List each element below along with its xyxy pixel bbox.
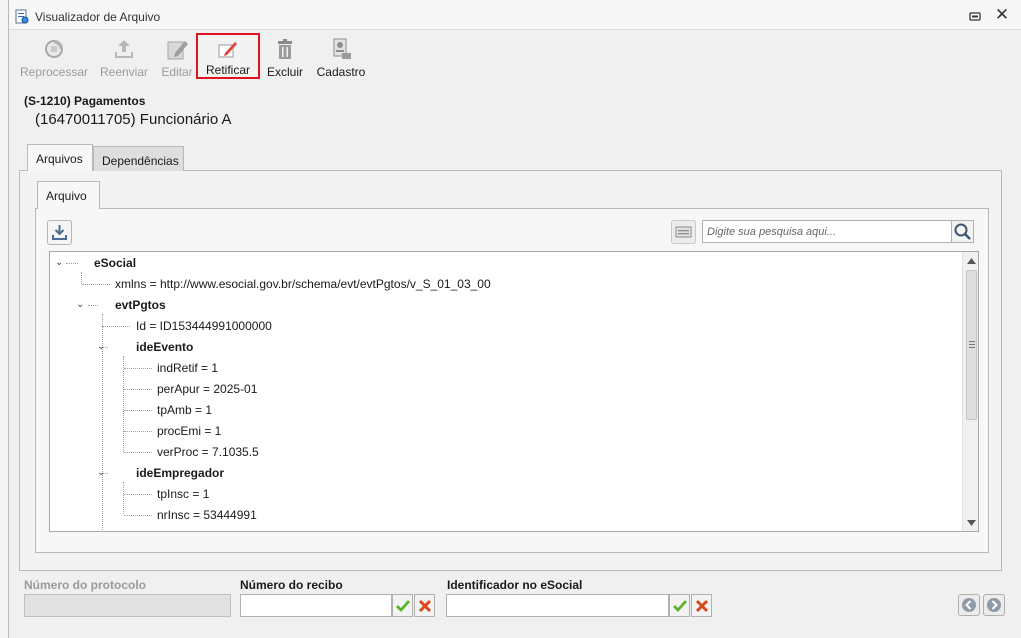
reprocessar-label: Reprocessar: [19, 65, 89, 79]
reprocessar-button[interactable]: Reprocessar: [17, 33, 91, 79]
confirm-identificador-button[interactable]: [669, 594, 690, 617]
arrow-right-icon: [987, 598, 1001, 612]
title-bar: Visualizador de Arquivo ✕: [9, 0, 1021, 30]
tree-node-evtpgtos[interactable]: evtPgtos: [115, 297, 166, 313]
excluir-label: Excluir: [266, 65, 303, 79]
tab-arquivos[interactable]: Arquivos: [27, 144, 93, 171]
excluir-button[interactable]: Excluir: [263, 33, 307, 79]
tree-scrollbar[interactable]: [962, 252, 979, 531]
reenviar-button[interactable]: Reenviar: [97, 33, 151, 79]
search-input[interactable]: [702, 220, 952, 243]
tab-arquivo[interactable]: Arquivo: [37, 181, 100, 209]
previous-button[interactable]: [958, 594, 980, 616]
upload-icon: [115, 40, 133, 58]
retificar-label: Retificar: [205, 63, 250, 77]
tree-node-tpinsc[interactable]: tpInsc = 1: [157, 486, 209, 502]
search-icon: [954, 223, 971, 240]
window-title: Visualizador de Arquivo: [35, 10, 161, 24]
employee-subtitle: (16470011705) Funcionário A: [35, 111, 232, 128]
background-app-strip: [0, 0, 8, 638]
check-icon: [672, 600, 687, 613]
retificar-button[interactable]: Retificar: [196, 33, 260, 79]
editar-label: Editar: [161, 65, 193, 79]
file-viewer-window: Visualizador de Arquivo ✕ Reprocessar Re…: [8, 0, 1021, 638]
tree-node-nrinsc[interactable]: nrInsc = 53444991: [157, 507, 257, 523]
event-title: (S-1210) Pagamentos: [24, 94, 146, 108]
download-icon: [52, 225, 67, 240]
identificador-label: Identificador no eSocial: [447, 578, 583, 592]
tree-toggle-icon: [675, 226, 692, 238]
collapse-ideempregador-icon[interactable]: ⌄: [97, 468, 107, 478]
collapse-esocial-icon[interactable]: ⌄: [55, 258, 65, 268]
close-icon[interactable]: ✕: [993, 6, 1011, 24]
scroll-thumb[interactable]: [966, 270, 977, 420]
tree-node-esocial[interactable]: eSocial: [94, 255, 136, 271]
scroll-down-icon[interactable]: [963, 516, 979, 530]
edit-icon: [167, 41, 188, 60]
check-icon: [395, 600, 410, 613]
editar-button[interactable]: Editar: [158, 33, 196, 79]
scroll-up-icon[interactable]: [963, 254, 979, 268]
cancel-recibo-button[interactable]: [414, 594, 435, 617]
recibo-field[interactable]: [240, 594, 392, 617]
document-viewer-icon: [15, 9, 29, 24]
trash-icon: [278, 39, 292, 59]
tree-node-indretif[interactable]: indRetif = 1: [157, 360, 218, 376]
cadastro-label: Cadastro: [316, 65, 366, 79]
next-button[interactable]: [983, 594, 1005, 616]
confirm-recibo-button[interactable]: [392, 594, 413, 617]
rectify-icon: [218, 42, 237, 58]
expand-collapse-button[interactable]: [671, 220, 696, 244]
tree-node-xmlns[interactable]: xmlns = http://www.esocial.gov.br/schema…: [115, 276, 491, 292]
tree-node-procemi[interactable]: procEmi = 1: [157, 423, 221, 439]
tree-node-ideempregador[interactable]: ideEmpregador: [136, 465, 224, 481]
protocolo-label: Número do protocolo: [24, 578, 146, 592]
collapse-evtpgtos-icon[interactable]: ⌄: [76, 300, 86, 310]
cross-icon: [695, 599, 708, 613]
grip-icon: [969, 341, 975, 348]
tree-node-id[interactable]: Id = ID153444991000000: [136, 318, 272, 334]
collapse-ideevento-icon[interactable]: ⌄: [97, 342, 107, 352]
xml-tree-view[interactable]: ⌄ ⌄ ⌄ ⌄ eSocial xmlns = http://www.esoci…: [49, 251, 979, 532]
identificador-field[interactable]: [446, 594, 669, 617]
arrow-left-icon: [962, 598, 976, 612]
tree-node-perapur[interactable]: perApur = 2025-01: [157, 381, 257, 397]
tree-node-ideevento[interactable]: ideEvento: [136, 339, 193, 355]
download-button[interactable]: [47, 220, 72, 245]
register-icon: [333, 38, 351, 59]
search-button[interactable]: [951, 220, 974, 243]
restore-icon[interactable]: [967, 8, 983, 24]
cancel-identificador-button[interactable]: [691, 594, 712, 617]
protocolo-field: [24, 594, 231, 617]
reprocess-icon: [45, 40, 63, 58]
cross-icon: [418, 599, 431, 613]
reenviar-label: Reenviar: [99, 65, 149, 79]
tree-node-tpamb[interactable]: tpAmb = 1: [157, 402, 212, 418]
tree-node-idebenef[interactable]: ideBenef: [136, 528, 187, 531]
recibo-label: Número do recibo: [240, 578, 343, 592]
cadastro-button[interactable]: Cadastro: [314, 33, 368, 79]
tree-node-verproc[interactable]: verProc = 7.1035.5: [157, 444, 259, 460]
tab-dependencias[interactable]: Dependências: [93, 146, 184, 171]
